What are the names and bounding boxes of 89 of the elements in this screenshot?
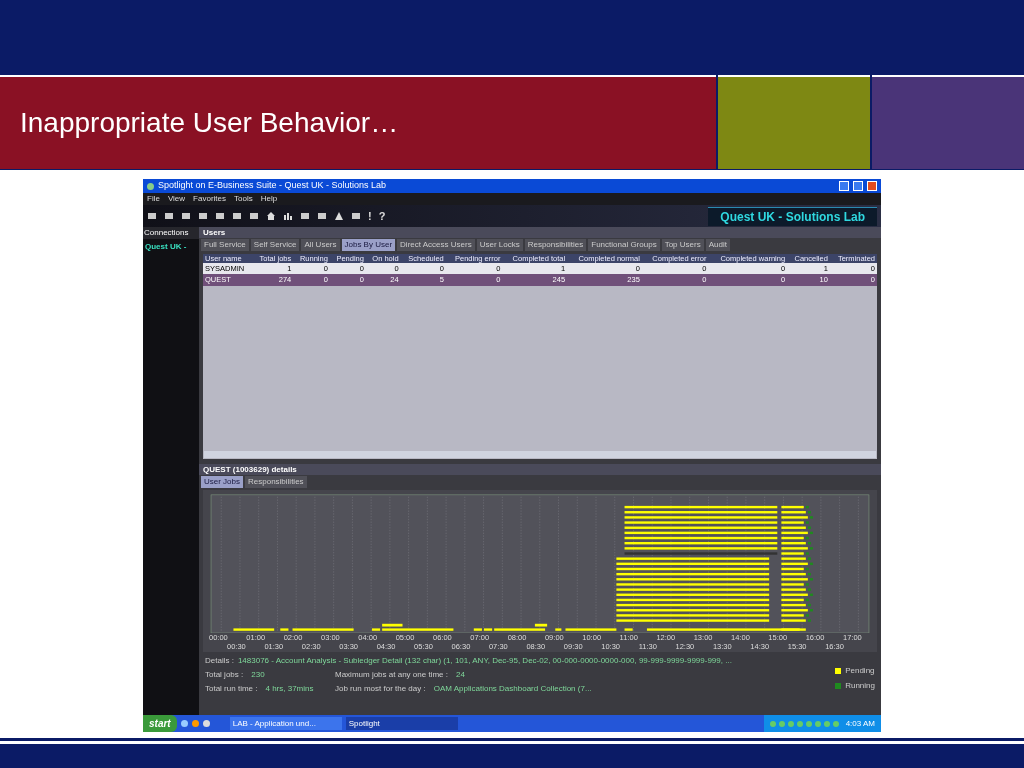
running-bar bbox=[807, 542, 811, 545]
running-bar bbox=[809, 609, 813, 612]
job-bar bbox=[781, 557, 806, 560]
job-bar bbox=[781, 552, 804, 555]
app-icon bbox=[147, 182, 154, 190]
running-bar bbox=[809, 516, 813, 519]
info-label: Total jobs : bbox=[205, 669, 244, 681]
slide-title: Inappropriate User Behavior… bbox=[20, 106, 399, 140]
sidebar-title: Connections bbox=[143, 227, 199, 239]
running-bar bbox=[805, 505, 809, 509]
job-bar bbox=[781, 588, 806, 591]
panel-title: QUEST (1003629) details bbox=[203, 463, 297, 476]
job-bar bbox=[624, 628, 633, 631]
running-bar bbox=[805, 583, 809, 586]
tab[interactable]: User Jobs bbox=[201, 475, 243, 488]
menu-item[interactable]: View bbox=[167, 193, 186, 205]
job-bar bbox=[781, 593, 808, 596]
menu-item[interactable]: File bbox=[147, 193, 160, 205]
info-value: 24 bbox=[455, 669, 465, 681]
running-bar bbox=[809, 578, 813, 581]
running-bar bbox=[805, 552, 809, 555]
job-bar bbox=[781, 619, 806, 622]
tab[interactable]: Self Service bbox=[250, 239, 300, 251]
tab[interactable]: Responsibilities bbox=[245, 475, 307, 488]
taskbar-window[interactable]: Spotlight bbox=[345, 717, 458, 730]
home-icon[interactable] bbox=[266, 211, 276, 221]
tab[interactable]: Functional Groups bbox=[588, 239, 660, 251]
tab[interactable]: Audit bbox=[705, 239, 730, 251]
job-bar bbox=[292, 628, 354, 631]
minimize-button[interactable] bbox=[839, 181, 849, 191]
running-bar bbox=[805, 614, 809, 617]
running-bar bbox=[807, 588, 811, 591]
running-bar bbox=[807, 526, 811, 529]
tab[interactable]: Responsibilities bbox=[524, 239, 587, 251]
tab[interactable]: Jobs By User bbox=[341, 239, 396, 251]
bar-chart-icon[interactable] bbox=[283, 211, 293, 221]
legend-label: Pending bbox=[845, 665, 875, 677]
job-bar bbox=[781, 609, 808, 612]
job-bar bbox=[781, 578, 808, 581]
job-bar bbox=[781, 505, 804, 509]
legend-label: Running bbox=[845, 680, 875, 692]
panel-title: Users bbox=[203, 226, 226, 239]
job-bar bbox=[781, 542, 806, 545]
start-button[interactable]: start bbox=[143, 715, 177, 732]
info-value: 1483076 - Account Analysis - Subledger Detail (132 char) (1, 101, ANY, Dec-95, Dec-02, 00-000-0000-0000-000, 99-999-9999-9999-999, ... bbox=[237, 655, 732, 667]
maximize-button[interactable] bbox=[853, 181, 863, 191]
job-bar bbox=[280, 628, 289, 631]
menu-item[interactable]: Tools bbox=[234, 193, 253, 205]
tab[interactable]: User Locks bbox=[476, 239, 523, 251]
job-bar bbox=[781, 511, 806, 514]
info-value: OAM Applications Dashboard Collection (7... bbox=[433, 683, 592, 695]
job-bar bbox=[781, 521, 804, 524]
info-label: Details : bbox=[205, 655, 234, 667]
info-value: 230 bbox=[251, 669, 265, 681]
brand-label: Quest UK - Solutions Lab bbox=[708, 206, 877, 226]
menu-item[interactable]: Help bbox=[260, 193, 278, 205]
toolbar-glyph[interactable]: ? bbox=[378, 207, 386, 225]
tab[interactable]: Full Service bbox=[201, 239, 249, 251]
close-button[interactable] bbox=[867, 181, 877, 191]
running-bar bbox=[809, 547, 813, 550]
connection-item[interactable]: Quest UK - bbox=[143, 241, 199, 253]
running-bar bbox=[807, 557, 811, 560]
triangle-icon[interactable] bbox=[334, 211, 344, 221]
window-title: Spotlight on E-Business Suite - Quest UK - Solutions Lab bbox=[158, 179, 388, 193]
running-bar bbox=[807, 511, 811, 514]
menu-item[interactable]: Favorites bbox=[193, 193, 226, 205]
info-label: Maximum jobs at any one time : bbox=[335, 669, 448, 681]
running-bar bbox=[807, 619, 811, 622]
horizontal-scrollbar[interactable] bbox=[204, 451, 876, 458]
job-bar bbox=[781, 547, 808, 550]
running-bar bbox=[809, 593, 813, 596]
job-bar bbox=[781, 583, 804, 586]
tab[interactable]: All Users bbox=[301, 239, 340, 251]
job-bar bbox=[781, 516, 808, 519]
tab[interactable]: Direct Access Users bbox=[397, 239, 475, 251]
info-label: Job run most for the day : bbox=[335, 683, 426, 695]
running-bar bbox=[805, 521, 809, 524]
info-value: 4 hrs, 37mins bbox=[265, 683, 314, 695]
job-bar bbox=[473, 628, 482, 631]
toolbar-glyph[interactable]: ! bbox=[368, 207, 372, 225]
job-bar bbox=[233, 628, 275, 631]
taskbar-window[interactable]: LAB - Application und... bbox=[229, 717, 342, 730]
info-label: Total run time : bbox=[205, 683, 258, 695]
tab[interactable]: Top Users bbox=[661, 239, 704, 251]
job-bar bbox=[565, 628, 617, 631]
job-bar bbox=[781, 614, 804, 617]
job-bar bbox=[555, 628, 562, 631]
clock: 4:03 AM bbox=[845, 717, 875, 730]
job-bar bbox=[781, 526, 806, 529]
